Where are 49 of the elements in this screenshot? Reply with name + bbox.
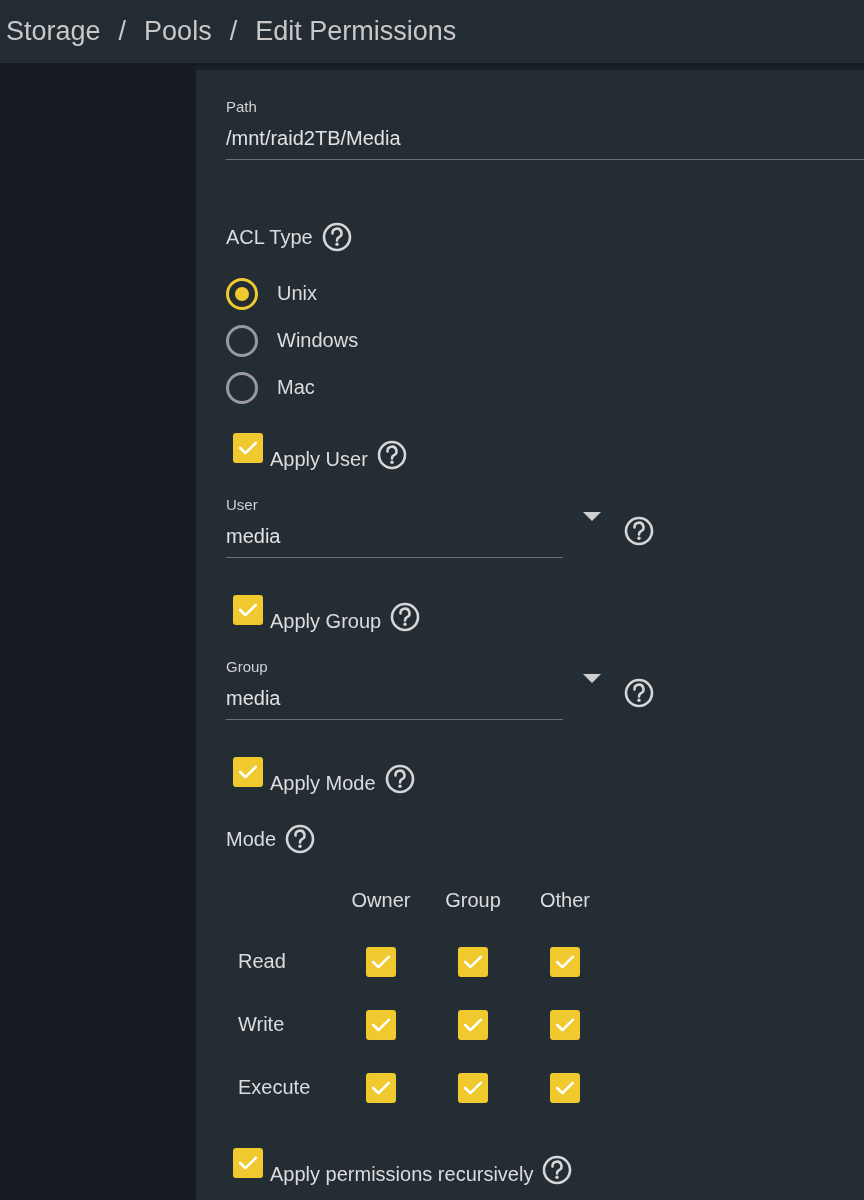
- radio-label[interactable]: Mac: [277, 376, 315, 399]
- column-header: Group: [444, 889, 502, 912]
- help-icon[interactable]: [624, 516, 654, 546]
- radio-button[interactable]: [226, 324, 258, 357]
- help-icon[interactable]: [624, 678, 654, 708]
- row-label: Write: [238, 1013, 286, 1036]
- breadcrumb-link[interactable]: Edit Permissions: [255, 16, 457, 47]
- row-label: Execute: [238, 1076, 312, 1099]
- select-field[interactable]: User media: [226, 496, 563, 558]
- radio-label[interactable]: Windows: [277, 329, 359, 352]
- checkbox[interactable]: [458, 1009, 488, 1040]
- breadcrumb-link[interactable]: Storage: [6, 16, 101, 47]
- caret-icon[interactable]: [583, 673, 601, 683]
- checkbox-label[interactable]: Apply Group: [270, 597, 382, 633]
- breadcrumb-link[interactable]: Pools: [144, 16, 212, 47]
- column-header: Owner: [350, 889, 412, 912]
- checkbox[interactable]: [233, 757, 263, 787]
- section-label: Mode: [226, 827, 277, 851]
- help-icon[interactable]: [542, 1155, 573, 1185]
- row-label: Read: [238, 950, 287, 973]
- checkbox-label[interactable]: Apply permissions recursively: [270, 1150, 534, 1186]
- column-header: Other: [539, 889, 591, 912]
- checkbox[interactable]: [233, 433, 263, 463]
- radio-button[interactable]: [226, 277, 258, 310]
- breadcrumb-separator: /: [229, 16, 238, 47]
- checkbox[interactable]: [458, 946, 488, 977]
- checkbox[interactable]: [366, 946, 396, 977]
- checkbox[interactable]: [366, 1009, 396, 1040]
- breadcrumb-separator: /: [118, 16, 127, 47]
- section-label: ACL Type: [226, 225, 313, 249]
- caret-icon[interactable]: [583, 511, 601, 521]
- checkbox[interactable]: [550, 1072, 580, 1103]
- checkbox[interactable]: [458, 1072, 488, 1103]
- checkbox-label[interactable]: Apply User: [270, 435, 368, 471]
- checkbox[interactable]: [550, 1009, 580, 1040]
- help-icon[interactable]: [384, 764, 415, 794]
- select-field[interactable]: Group media: [226, 658, 563, 720]
- radio-button[interactable]: [226, 371, 258, 404]
- checkbox[interactable]: [366, 1072, 396, 1103]
- checkbox[interactable]: [550, 946, 580, 977]
- help-icon[interactable]: [390, 602, 421, 632]
- radio-label[interactable]: Unix: [277, 282, 317, 305]
- help-icon[interactable]: [321, 222, 352, 252]
- checkbox-label[interactable]: Apply Mode: [270, 759, 376, 795]
- checkbox[interactable]: [233, 595, 263, 625]
- input-field[interactable]: Path /mnt/raid2TB/Media: [226, 98, 864, 160]
- help-icon[interactable]: [285, 824, 316, 854]
- help-icon[interactable]: [376, 440, 407, 470]
- checkbox[interactable]: [233, 1148, 263, 1178]
